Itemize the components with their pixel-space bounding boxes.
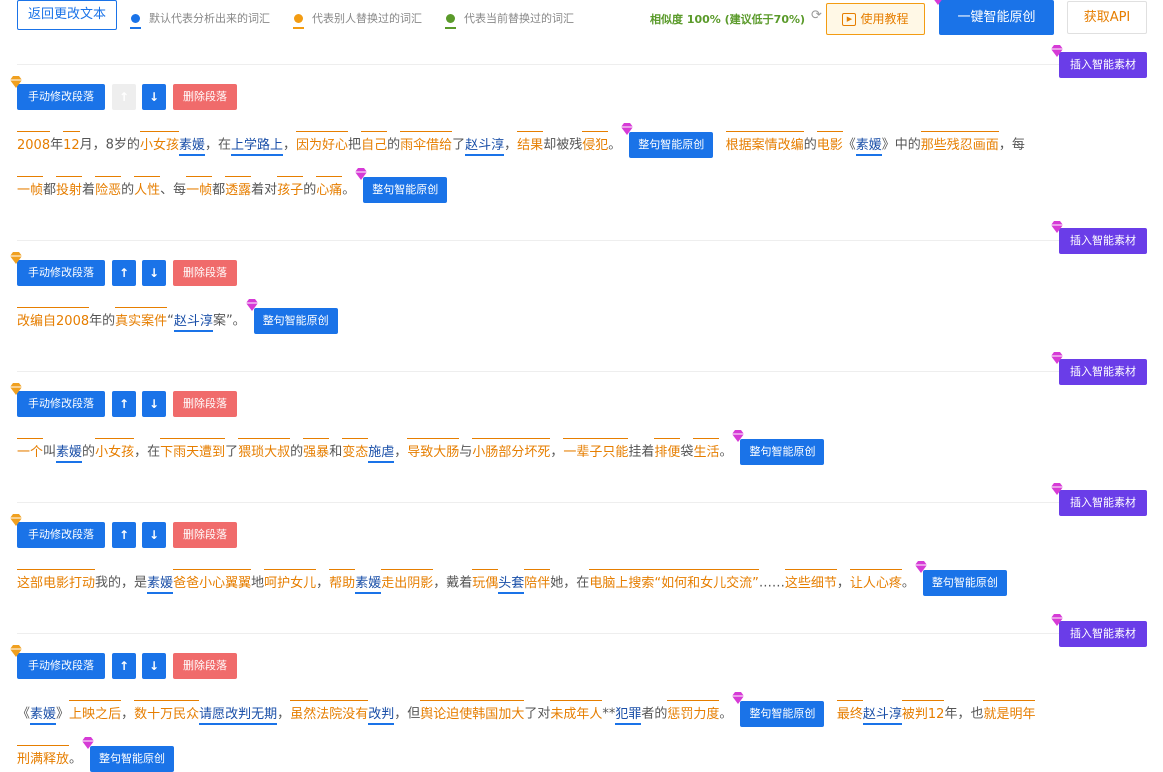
legend-default: 默认代表分析出来的词汇 [130,10,270,29]
tutorial-button[interactable]: ▶ 使用教程 [826,3,925,35]
whole-sentence-rewrite-button[interactable]: 整句智能原创 [621,123,714,158]
manual-edit-label: 手动修改段落 [28,659,94,672]
diamond-icon [245,299,259,311]
diamond-icon [914,561,928,573]
manual-edit-button[interactable]: 手动修改段落 [10,76,105,110]
diamond-icon [1050,221,1064,233]
move-down-button[interactable]: ↓ [142,260,166,286]
refresh-icon[interactable]: ⟳ [811,8,822,23]
divider [17,633,1147,634]
legend-others: 代表别人替换过的词汇 [293,10,422,29]
manual-edit-label: 手动修改段落 [28,528,94,541]
paragraph-text: 刑满释放。 整句智能原创 [17,737,175,772]
legend-current-label: 代表当前替换过的词汇 [464,12,574,25]
delete-paragraph-button[interactable]: 删除段落 [173,653,237,679]
delete-paragraph-button[interactable]: 删除段落 [173,84,237,110]
move-up-button[interactable]: ↑ [112,260,136,286]
manual-edit-button[interactable]: 手动修改段落 [10,645,105,679]
diamond-icon [9,645,23,657]
diamond-icon [1050,352,1064,364]
insert-material-label: 插入智能素材 [1070,365,1136,378]
divider [17,371,1147,372]
manual-edit-button[interactable]: 手动修改段落 [10,383,105,417]
paragraph-text: 2008年12月，8岁的小女孩素媛，在上学路上，因为好心把自己的雨伞借给了赵斗淳… [17,123,1025,158]
diamond-icon [81,737,95,749]
whole-sentence-rewrite-button[interactable]: 整句智能原创 [732,692,825,727]
blue-dot-icon [130,13,141,29]
diamond-icon [9,383,23,395]
green-dot-icon [445,13,456,29]
move-down-button[interactable]: ↓ [142,522,166,548]
manual-edit-button[interactable]: 手动修改段落 [10,252,105,286]
similarity-text: 相似度 100% (建议低于70%) [650,13,806,26]
back-to-edit-button[interactable]: 返回更改文本 [17,0,117,30]
manual-edit-label: 手动修改段落 [28,397,94,410]
insert-material-button[interactable]: 插入智能素材 [1051,352,1147,385]
diamond-icon [731,430,745,442]
insert-material-label: 插入智能素材 [1070,234,1136,247]
legend-current: 代表当前替换过的词汇 [445,10,574,29]
diamond-icon [620,123,634,135]
one-click-rewrite-button[interactable]: 一键智能原创 [934,0,1054,35]
paragraph-text: 这部电影打动我的，是素媛爸爸小心翼翼地呵护女儿，帮助素媛走出阴影，戴着玩偶头套陪… [17,561,1007,596]
insert-material-button[interactable]: 插入智能素材 [1051,45,1147,78]
divider [17,240,1147,241]
delete-paragraph-button[interactable]: 删除段落 [173,522,237,548]
whole-sentence-rewrite-button[interactable]: 整句智能原创 [732,430,825,465]
move-up-button[interactable]: ↑ [112,653,136,679]
manual-edit-label: 手动修改段落 [28,266,94,279]
paragraph-text: 《素媛》上映之后，数十万民众请愿改判无期，虽然法院没有改判，但舆论迫使韩国加大了… [17,692,1035,727]
toolbar: 返回更改文本 默认代表分析出来的词汇 代表别人替换过的词汇 代表当前替换过的词汇… [0,0,1163,40]
insert-material-label: 插入智能素材 [1070,496,1136,509]
get-api-button[interactable]: 获取API [1067,1,1147,34]
diamond-icon [731,692,745,704]
insert-material-button[interactable]: 插入智能素材 [1051,483,1147,516]
move-down-button[interactable]: ↓ [142,653,166,679]
insert-material-button[interactable]: 插入智能素材 [1051,221,1147,254]
insert-material-label: 插入智能素材 [1070,58,1136,71]
one-click-label: 一键智能原创 [957,10,1036,25]
diamond-icon [931,0,945,5]
diamond-icon [1050,483,1064,495]
move-up-button[interactable]: ↑ [112,522,136,548]
move-down-button[interactable]: ↓ [142,84,166,110]
orange-dot-icon [293,13,304,29]
whole-sentence-rewrite-button[interactable]: 整句智能原创 [355,168,448,203]
diamond-icon [9,252,23,264]
legend-others-label: 代表别人替换过的词汇 [312,12,422,25]
diamond-icon [1050,614,1064,626]
paragraph-text: 改编自2008年的真实案件“赵斗淳案”。 整句智能原创 [17,299,338,334]
divider [17,502,1147,503]
move-up-button[interactable]: ↑ [112,84,136,110]
diamond-icon [1050,45,1064,57]
move-down-button[interactable]: ↓ [142,391,166,417]
move-up-button[interactable]: ↑ [112,391,136,417]
diamond-icon [9,76,23,88]
insert-material-button[interactable]: 插入智能素材 [1051,614,1147,647]
insert-material-label: 插入智能素材 [1070,627,1136,640]
delete-paragraph-button[interactable]: 删除段落 [173,260,237,286]
manual-edit-label: 手动修改段落 [28,90,94,103]
delete-paragraph-button[interactable]: 删除段落 [173,391,237,417]
tutorial-label: 使用教程 [860,12,909,26]
whole-sentence-rewrite-button[interactable]: 整句智能原创 [914,561,1007,596]
legend-default-label: 默认代表分析出来的词汇 [149,12,270,25]
paragraph-text: 一个叫素媛的小女孩，在下雨天遭到了猥琐大叔的强暴和变态施虐，导致大肠与小肠部分坏… [17,430,825,465]
whole-sentence-rewrite-button[interactable]: 整句智能原创 [245,299,338,334]
diamond-icon [354,168,368,180]
manual-edit-button[interactable]: 手动修改段落 [10,514,105,548]
diamond-icon [9,514,23,526]
paragraph-text: 一帧都投射着险恶的人性、每一帧都透露着对孩子的心痛。 整句智能原创 [17,168,448,203]
divider [17,64,1147,65]
whole-sentence-rewrite-button[interactable]: 整句智能原创 [82,737,175,772]
play-icon: ▶ [842,13,857,26]
